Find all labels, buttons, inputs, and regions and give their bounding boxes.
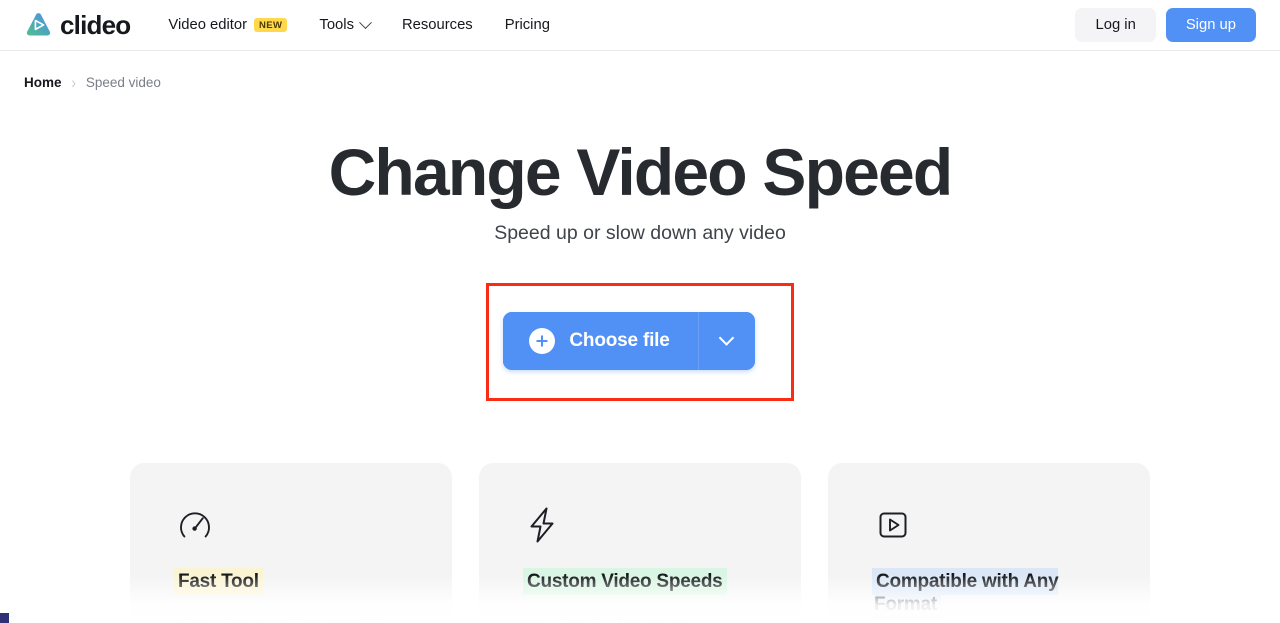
nav-label-resources: Resources	[401, 17, 473, 33]
clideo-play-logo-icon	[24, 11, 53, 40]
play-square-icon	[874, 505, 1122, 545]
choose-file-group: Choose file	[503, 312, 755, 371]
speedometer-icon-svg	[180, 512, 210, 538]
header-actions: Log in Sign up	[1075, 8, 1256, 42]
page-subtitle: Speed up or slow down any video	[494, 222, 786, 245]
log-in-button[interactable]: Log in	[1075, 8, 1156, 42]
hero-section: Change Video Speed Speed up or slow down…	[0, 90, 1280, 245]
feature-card-compatible-any-format: Compatible with Any Format The tool supp…	[828, 463, 1150, 623]
card-title-fast-tool: Fast Tool	[176, 570, 261, 594]
chevron-down-icon	[718, 329, 735, 346]
nav-item-video-editor[interactable]: Video editor NEW	[168, 0, 303, 50]
card-body-fast-tool: Clideo lets you adjust your video speed …	[176, 613, 406, 623]
choose-file-dropdown-button[interactable]	[697, 312, 755, 371]
nav-label-pricing: Pricing	[504, 17, 550, 33]
nav-item-resources[interactable]: Resources	[386, 0, 489, 50]
breadcrumb-current-page: Speed video	[85, 75, 161, 90]
lightning-bolt-icon-svg	[530, 507, 554, 543]
nav-label-video-editor: Video editor	[168, 17, 248, 33]
choose-file-label: Choose file	[569, 330, 670, 352]
plus-icon-svg	[536, 335, 549, 348]
choose-file-button[interactable]: Choose file	[503, 312, 698, 371]
nav-item-tools[interactable]: Tools	[303, 0, 386, 50]
feature-cards: Fast Tool Clideo lets you adjust your vi…	[0, 463, 1280, 623]
new-badge: NEW	[254, 18, 288, 32]
nav-item-pricing[interactable]: Pricing	[489, 0, 566, 50]
lightning-bolt-icon	[525, 505, 773, 545]
speedometer-icon	[176, 505, 424, 545]
scrollbar-artifact[interactable]	[0, 613, 9, 623]
feature-card-custom-video-speeds: Custom Video Speeds We offer six of the …	[479, 463, 801, 623]
feature-card-fast-tool: Fast Tool Clideo lets you adjust your vi…	[130, 463, 452, 623]
chevron-down-icon	[359, 15, 372, 29]
logo-text: clideo	[60, 10, 131, 40]
plus-circle-icon	[529, 328, 556, 355]
breadcrumb: Home › Speed video	[0, 51, 1280, 92]
site-header: clideo Video editor NEW Tools Resources …	[0, 0, 1280, 51]
clideo-play-logo-svg	[26, 12, 51, 35]
sign-up-button[interactable]: Sign up	[1165, 8, 1256, 42]
cta-section: Choose file	[0, 283, 1280, 402]
nav-label-tools: Tools	[319, 17, 354, 33]
logo-link[interactable]: clideo	[24, 10, 131, 40]
main-nav: Video editor NEW Tools Resources Pricing	[168, 0, 566, 50]
play-square-icon-svg	[879, 512, 907, 538]
highlight-annotation-box: Choose file	[486, 283, 794, 402]
breadcrumb-home-link[interactable]: Home	[24, 75, 62, 90]
breadcrumb-separator-icon: ›	[71, 73, 76, 92]
card-body-custom-video-speeds: We offer six of the most commonly used s…	[525, 613, 755, 623]
card-title-custom-video-speeds: Custom Video Speeds	[525, 570, 725, 594]
card-title-compatible-any-format: Compatible with Any Format	[874, 570, 1059, 616]
page-title: Change Video Speed	[328, 135, 954, 209]
